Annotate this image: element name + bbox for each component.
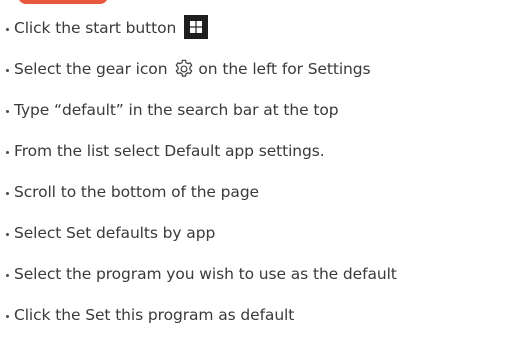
bullet <box>6 192 9 195</box>
step-5-text: Scroll to the bottom of the page <box>14 182 259 201</box>
bullet <box>6 233 9 236</box>
step-2-text-before: Select the gear icon <box>14 59 168 78</box>
step-8: Click the Set this program as default <box>4 295 514 336</box>
step-8-text: Click the Set this program as default <box>14 305 295 324</box>
step-1: Click the start button <box>4 8 514 49</box>
step-3-text: Type “default” in the search bar at the … <box>14 100 339 119</box>
bullet <box>6 69 9 72</box>
step-2-text-after: on the left for Settings <box>198 59 371 78</box>
step-4-text: From the list select Default app setting… <box>14 141 325 160</box>
step-7: Select the program you wish to use as th… <box>4 254 514 295</box>
step-5: Scroll to the bottom of the page <box>4 172 514 213</box>
windows-logo-icon <box>184 14 209 39</box>
bullet <box>6 28 9 31</box>
step-1-text: Click the start button <box>14 18 177 37</box>
step-6: Select Set defaults by app <box>4 213 514 254</box>
bullet <box>6 151 9 154</box>
step-2: Select the gear icon on the left for Set… <box>4 49 514 90</box>
instructions-list: Click the start button Select the gear i… <box>4 8 514 336</box>
bullet <box>6 315 9 318</box>
step-6-text: Select Set defaults by app <box>14 223 216 242</box>
step-7-text: Select the program you wish to use as th… <box>14 264 397 283</box>
bullet <box>6 274 9 277</box>
top-accent-decoration <box>18 0 108 4</box>
bullet <box>6 110 9 113</box>
step-3: Type “default” in the search bar at the … <box>4 90 514 131</box>
step-4: From the list select Default app setting… <box>4 131 514 172</box>
gear-icon <box>173 58 195 80</box>
